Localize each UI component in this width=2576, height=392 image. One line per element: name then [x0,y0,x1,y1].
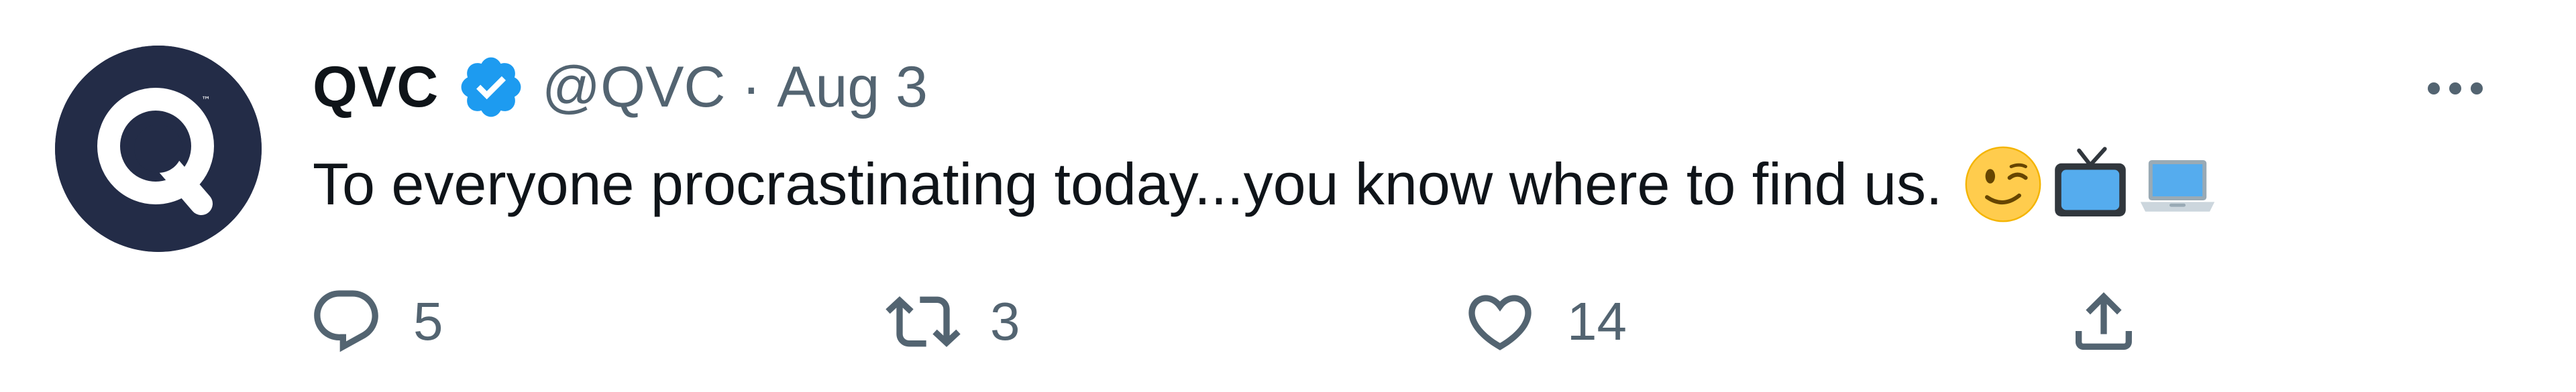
tweet[interactable]: ™ QVC @QVC · Aug 3 To everyone procrasti… [0,0,2576,392]
separator-dot: · [741,54,761,119]
tweet-header: QVC @QVC · Aug 3 [313,47,928,127]
retweet-button[interactable]: 3 [885,281,1020,362]
tweet-date[interactable]: Aug 3 [777,54,928,121]
retweet-count: 3 [990,291,1020,351]
more-dots-icon [2428,82,2483,94]
tweet-body: To everyone procrastinating today...you … [313,141,2224,228]
retweet-icon [885,284,961,359]
verified-badge-icon [456,52,526,122]
more-options-button[interactable] [2415,62,2496,115]
author-handle[interactable]: @QVC [542,54,726,121]
heart-icon [1462,284,1538,359]
qvc-logo-icon: ™ [55,46,262,252]
svg-text:™: ™ [201,95,211,106]
like-button[interactable]: 14 [1462,281,1627,362]
share-icon [2066,284,2141,359]
laptop-icon [2137,144,2218,224]
reply-button[interactable]: 5 [309,281,443,362]
tweet-text: To everyone procrastinating today...you … [313,151,1943,217]
tweet-emojis [1963,144,2224,224]
avatar[interactable]: ™ [55,46,262,252]
author-name[interactable]: QVC [313,54,439,121]
reply-icon [309,284,384,359]
tweet-actions: 5 3 14 [309,281,2321,362]
winking-face-icon [1963,144,2043,224]
like-count: 14 [1567,291,1627,351]
television-icon [2050,144,2131,224]
reply-count: 5 [413,291,443,351]
share-button[interactable] [2066,281,2141,362]
